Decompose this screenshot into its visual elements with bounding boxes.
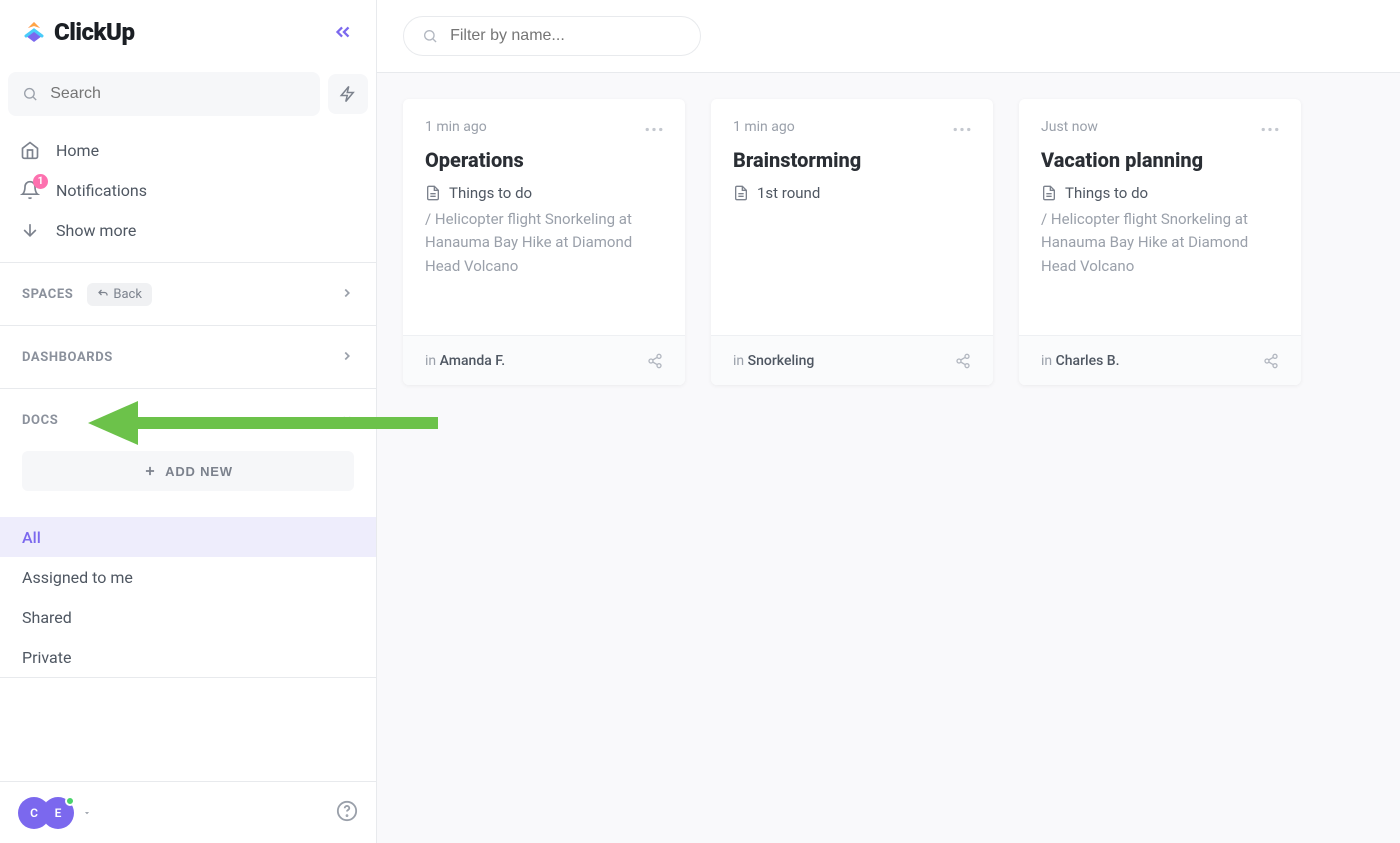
clickup-logo-icon [22, 20, 46, 44]
search-input[interactable] [50, 85, 306, 103]
chevron-double-left-icon [332, 21, 354, 43]
section-docs-label: DOCS [22, 413, 58, 428]
card-more-button[interactable] [953, 117, 971, 136]
card-time: Just now [1041, 119, 1098, 135]
dots-icon [1261, 127, 1279, 132]
card-doc-desc: / Helicopter flight Snorkeling at Hanaum… [1041, 208, 1279, 278]
section-docs-header[interactable]: DOCS [0, 389, 376, 451]
section-spaces-header[interactable]: SPACES Back [0, 263, 376, 325]
main-content: 1 min ago Operations Things to do / Heli… [377, 0, 1400, 843]
nav-home-label: Home [56, 141, 99, 160]
docs-filter-private[interactable]: Private [0, 637, 376, 677]
help-button[interactable] [336, 800, 358, 826]
spaces-back-label: Back [113, 287, 142, 302]
filter-input[interactable] [450, 27, 682, 45]
docs-filter-shared[interactable]: Shared [0, 597, 376, 637]
docs-filter-all[interactable]: All [0, 517, 376, 557]
card-location: in Amanda F. [425, 353, 505, 369]
nav-notifications-label: Notifications [56, 181, 147, 200]
card-more-button[interactable] [1261, 117, 1279, 136]
card-doc-title: Things to do [449, 184, 532, 202]
share-icon [1263, 353, 1279, 369]
search-icon [22, 85, 38, 103]
card-title: Brainstorming [711, 136, 993, 184]
card-share-button[interactable] [955, 353, 971, 369]
card-share-button[interactable] [1263, 353, 1279, 369]
status-online-icon [65, 796, 75, 806]
chevron-right-icon [340, 286, 354, 300]
nav-show-more-label: Show more [56, 221, 136, 240]
sidebar-footer: C E [0, 781, 376, 843]
add-new-label: ADD NEW [165, 464, 233, 479]
doc-card[interactable]: 1 min ago Brainstorming 1st round in Sno… [711, 99, 993, 385]
bolt-icon [339, 85, 357, 103]
doc-card[interactable]: 1 min ago Operations Things to do / Heli… [403, 99, 685, 385]
chevron-down-icon [20, 220, 40, 240]
add-new-doc-button[interactable]: ADD NEW [22, 451, 354, 491]
section-spaces-label: SPACES [22, 287, 73, 302]
brand: ClickUp [22, 18, 354, 46]
document-icon [425, 184, 441, 202]
plus-icon [143, 464, 157, 478]
quick-action-button[interactable] [328, 74, 368, 114]
search-box[interactable] [8, 72, 320, 116]
share-icon [647, 353, 663, 369]
brand-logo[interactable]: ClickUp [22, 18, 135, 46]
spaces-back-button[interactable]: Back [87, 283, 152, 306]
search-icon [422, 27, 438, 45]
home-icon [20, 140, 40, 160]
card-share-button[interactable] [647, 353, 663, 369]
section-dashboards-label: DASHBOARDS [22, 350, 113, 365]
card-title: Vacation planning [1019, 136, 1301, 184]
nav-home[interactable]: Home [8, 130, 368, 170]
card-time: 1 min ago [425, 119, 487, 135]
avatar: E [42, 797, 74, 829]
sidebar: ClickUp Home [0, 0, 377, 843]
share-icon [955, 353, 971, 369]
card-doc-desc: / Helicopter flight Snorkeling at Hanaum… [425, 208, 663, 278]
nav-notifications[interactable]: 1 Notifications [8, 170, 368, 210]
filter-bar [377, 0, 1400, 73]
doc-card[interactable]: Just now Vacation planning Things to do … [1019, 99, 1301, 385]
card-title: Operations [403, 136, 685, 184]
document-icon [733, 184, 749, 202]
return-icon [97, 288, 109, 300]
user-menu[interactable]: C E [18, 797, 92, 829]
nav-show-more[interactable]: Show more [8, 210, 368, 250]
filter-box[interactable] [403, 16, 701, 56]
docs-filter-assigned[interactable]: Assigned to me [0, 557, 376, 597]
caret-down-icon [82, 808, 92, 818]
notifications-badge: 1 [33, 174, 48, 189]
help-icon [336, 800, 358, 822]
card-location: in Snorkeling [733, 353, 814, 369]
section-dashboards-header[interactable]: DASHBOARDS [0, 326, 376, 388]
dots-icon [645, 127, 663, 132]
card-more-button[interactable] [645, 117, 663, 136]
chevron-down-icon [340, 412, 354, 426]
card-time: 1 min ago [733, 119, 795, 135]
chevron-right-icon [340, 349, 354, 363]
card-doc-title: Things to do [1065, 184, 1148, 202]
docs-cards: 1 min ago Operations Things to do / Heli… [377, 73, 1400, 411]
brand-name: ClickUp [54, 18, 135, 46]
card-doc-title: 1st round [757, 184, 820, 202]
dots-icon [953, 127, 971, 132]
collapse-sidebar-button[interactable] [332, 21, 354, 43]
document-icon [1041, 184, 1057, 202]
card-location: in Charles B. [1041, 353, 1120, 369]
